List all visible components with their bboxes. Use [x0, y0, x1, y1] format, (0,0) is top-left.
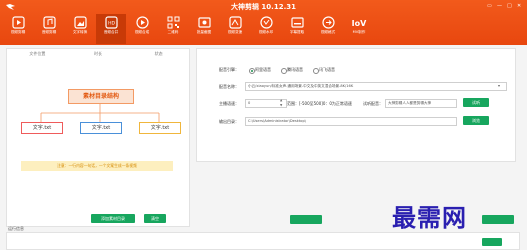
- radio-xunfei-voice-label: 讯飞语音: [319, 67, 335, 72]
- diagram-child-text-file: 文字.txt: [139, 122, 181, 134]
- output-dir-input[interactable]: C:\Users\Administrator\Desktop\: [245, 117, 457, 126]
- music-icon: [42, 16, 56, 29]
- radio-ali-voice-label: 阿里语音: [255, 67, 271, 72]
- column-status: 状态: [154, 51, 163, 56]
- diagram-child-text-file: 文字.txt: [21, 122, 63, 134]
- site-watermark: 最需网: [392, 203, 467, 232]
- chevron-down-icon[interactable]: ▾: [498, 83, 500, 88]
- tool-mv-make[interactable]: IoV MV制作: [344, 14, 374, 44]
- stepper-down-icon[interactable]: ▼: [280, 103, 282, 107]
- try-listen-button[interactable]: 试听: [463, 98, 489, 107]
- tool-subtitle-extract[interactable]: 字幕提取: [282, 14, 312, 44]
- tool-batch-screenshot[interactable]: 批量截图: [189, 14, 219, 44]
- tool-video-watermark[interactable]: 视频水印: [251, 14, 281, 44]
- tool-video-speed[interactable]: 视频变速: [220, 14, 250, 44]
- material-panel: 文件位置 时长 状态 素材目录结构 文字.txt 文字.txt 文字.txt 注…: [6, 48, 190, 227]
- usage-note: 注意：一行内容一句话，一个文案生成一条视频: [21, 161, 173, 171]
- speed-label: 主播语速：: [219, 101, 239, 106]
- tool-qrcode[interactable]: 二维码: [158, 14, 188, 44]
- svg-text:HD: HD: [108, 21, 115, 27]
- format-icon: [321, 16, 335, 29]
- tool-audio-merge[interactable]: HD 音频合并: [96, 14, 126, 44]
- app-title: 大神剪辑 10.12.31: [231, 3, 296, 11]
- svg-text:IoV: IoV: [352, 19, 367, 28]
- radio-tencent-voice-label: 腾讯语音: [287, 67, 303, 72]
- tool-video-edit[interactable]: 视频剪辑: [3, 14, 33, 44]
- column-duration: 时长: [94, 51, 102, 56]
- settings-panel: 配音引擎： 阿里语音 腾讯语音 讯飞语音 配音名称： 小云/xiaoyun/标准…: [196, 48, 516, 162]
- tool-label: 音频剪辑: [41, 30, 57, 34]
- app-header: 大神剪辑 10.12.31 ▭ — □ ✕ 视频剪辑 音频剪辑 文字转换 HD …: [0, 0, 527, 45]
- skin-icon[interactable]: ▭: [487, 3, 492, 9]
- tool-label: 音频合并: [103, 30, 119, 34]
- voice-name-label: 配音名称：: [219, 84, 239, 89]
- add-material-button[interactable]: 添加素材目录: [91, 214, 135, 223]
- stop-button[interactable]: [482, 215, 514, 224]
- tool-video-format[interactable]: 视频格式: [313, 14, 343, 44]
- watermark-icon: [259, 16, 273, 29]
- tool-label: 批量截图: [196, 30, 212, 34]
- tool-text-convert[interactable]: 文字转换: [65, 14, 95, 44]
- film-icon: [11, 16, 25, 29]
- tool-label: 视频格式: [320, 30, 336, 34]
- subtitle-icon: [290, 17, 304, 28]
- run-info-log: [6, 232, 520, 250]
- tool-label: 二维码: [167, 30, 179, 34]
- stepper-up-icon[interactable]: ▲: [280, 98, 282, 102]
- screenshot-icon: [197, 17, 211, 28]
- tool-label: 视频变速: [227, 30, 243, 34]
- clear-button[interactable]: 清空: [144, 214, 166, 223]
- tool-video-compose[interactable]: 视频合成: [127, 14, 157, 44]
- tool-label: 字幕提取: [289, 30, 305, 34]
- tool-label: 视频剪辑: [10, 30, 26, 34]
- tool-label: MV制作: [352, 30, 366, 34]
- column-file-location: 文件位置: [29, 51, 46, 56]
- tool-label: 视频水印: [258, 30, 274, 34]
- voice-name-select[interactable]: 小云/xiaoyun/标准女声-通用场景-中文及中英文混合场景-8K/16K: [245, 82, 507, 91]
- tool-label: 文字转换: [72, 30, 88, 34]
- speed-range-hint: 范围：[-500至500]0：0为正常语速: [287, 101, 352, 106]
- log-action-button[interactable]: [482, 238, 502, 246]
- voice-engine-label: 配音引擎：: [219, 67, 239, 72]
- tool-audio-edit[interactable]: 音频剪辑: [34, 14, 64, 44]
- try-voice-label: 试听配音：: [363, 101, 383, 106]
- tool-label: 视频合成: [134, 30, 150, 34]
- image-icon: [73, 16, 87, 29]
- browse-button[interactable]: 浏览: [463, 116, 489, 125]
- start-button[interactable]: [290, 215, 322, 224]
- minimize-icon[interactable]: —: [497, 3, 502, 9]
- material-table-header: 文件位置 时长 状态: [7, 49, 189, 59]
- diagram-root: 素材目录结构: [68, 89, 134, 104]
- output-dir-label: 输出目录：: [219, 119, 239, 124]
- play-icon: [135, 16, 149, 29]
- close-icon[interactable]: ✕: [517, 3, 521, 9]
- iov-icon: IoV: [352, 19, 367, 28]
- maximize-icon[interactable]: □: [507, 3, 512, 9]
- hd-icon: HD: [104, 16, 118, 29]
- qrcode-icon: [167, 16, 179, 29]
- main-toolbar: 视频剪辑 音频剪辑 文字转换 HD 音频合并 视频合成 二维码 批量截图 视频变: [3, 14, 375, 44]
- try-voice-text-input[interactable]: 大神剪辑人人都是剪辑大神: [385, 99, 457, 108]
- directory-diagram: 素材目录结构 文字.txt 文字.txt 文字.txt: [21, 89, 181, 149]
- speed-icon: [228, 16, 242, 29]
- diagram-child-text-file: 文字.txt: [80, 122, 122, 134]
